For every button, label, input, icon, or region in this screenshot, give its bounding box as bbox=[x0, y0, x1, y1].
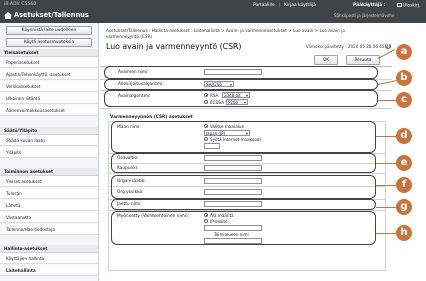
sidebar-item-user-management[interactable]: Käyttäjien hallinta bbox=[0, 253, 98, 264]
mail-icon bbox=[397, 3, 402, 7]
highlight-group-f bbox=[111, 175, 376, 199]
highlight-group-c bbox=[104, 90, 378, 107]
sidebar-item-receive[interactable]: Vastaanotto bbox=[0, 212, 98, 223]
callout-d: d bbox=[396, 128, 412, 144]
top-header: iR-ADV C5560 Asetukset/Tallennus Portaal… bbox=[0, 0, 426, 23]
sidebar-group-functions: Toiminnon asetukset bbox=[0, 168, 98, 176]
sidebar-item-printer[interactable]: Tulostin bbox=[0, 188, 98, 199]
cancel-button[interactable]: Peruuta bbox=[346, 55, 380, 65]
sidebar-item-send[interactable]: Lähetä bbox=[0, 200, 98, 211]
sidebar-item-image-quality[interactable]: Säädä kuvan laatu bbox=[0, 135, 98, 146]
page-title: Luo avain ja varmenneyyntö (CSR) bbox=[106, 42, 242, 51]
sidebar-item-maintenance[interactable]: Ylläpito bbox=[0, 147, 98, 158]
restart-device-button[interactable]: Käynnistä laite uudelleen bbox=[6, 26, 92, 35]
callout-f-leader bbox=[376, 185, 398, 186]
row-divider bbox=[100, 108, 392, 109]
sidebar-item-network[interactable]: Verkkoasetukset bbox=[0, 81, 98, 92]
callout-f: f bbox=[396, 177, 412, 193]
sidebar-group-maintenance: Säätö/Ylläpito bbox=[0, 127, 98, 135]
app-title: Asetukset/Tallennus bbox=[4, 11, 89, 19]
sidebar-item-external[interactable]: Ulkoinen liitäntä bbox=[0, 93, 98, 104]
csr-section-title: Varmenneyynnön (CSR) asetukset bbox=[110, 115, 193, 120]
row-divider bbox=[108, 173, 386, 174]
user-label: Pääkäyttäjä : bbox=[353, 3, 386, 8]
portal-link[interactable]: Portaalille bbox=[253, 3, 275, 8]
callout-g: g bbox=[396, 199, 412, 215]
callout-d-leader bbox=[376, 136, 398, 137]
sidebar-group-general: Yleisasetukset bbox=[0, 49, 98, 57]
highlight-group-g bbox=[111, 199, 376, 210]
apply-settings-button[interactable]: Käytä asetusmuutoksia bbox=[6, 38, 92, 47]
callout-a-leader bbox=[377, 49, 396, 59]
sidebar-item-common[interactable]: Yleiset asetukset bbox=[0, 176, 98, 187]
highlight-group-e bbox=[111, 153, 376, 173]
highlight-group-d bbox=[111, 121, 376, 153]
sidebar-item-volume[interactable]: Äänenvoimakkuusasetukset bbox=[0, 105, 98, 116]
status-text: Sähköposti ja järjestelmävirhe bbox=[334, 13, 395, 18]
sidebar-item-timer[interactable]: Ajastin/Tehonkäyttö -asetukset bbox=[0, 69, 98, 80]
refresh-icon[interactable] bbox=[385, 43, 391, 49]
callout-e-leader bbox=[376, 163, 398, 164]
ok-button[interactable]: OK bbox=[314, 55, 338, 65]
callout-h-leader bbox=[376, 233, 398, 234]
logout-link[interactable]: Uloskirj. bbox=[397, 3, 421, 8]
callout-b-leader bbox=[377, 79, 398, 85]
callout-a: a bbox=[396, 44, 412, 60]
highlight-group-a bbox=[104, 66, 378, 79]
sidebar-item-store-files[interactable]: Tallenna/Hae tiedostoja bbox=[0, 224, 98, 235]
callout-g-leader bbox=[376, 207, 398, 208]
app-title-text: Asetukset/Tallennus bbox=[14, 11, 89, 19]
link-separator: | bbox=[278, 3, 281, 8]
callout-b: b bbox=[396, 70, 412, 86]
sidebar-group-management: Hallinta-asetukset bbox=[0, 245, 98, 253]
highlight-group-h bbox=[111, 211, 376, 245]
callout-e: e bbox=[396, 155, 412, 171]
breadcrumb: Asetukset/Tallennus : Hallinta-asetukset… bbox=[106, 28, 345, 39]
user-login-link[interactable]: Kirjaa käyttäjä bbox=[284, 3, 316, 8]
highlight-group-b bbox=[104, 79, 378, 90]
callout-h: h bbox=[396, 225, 412, 241]
top-links: Portaalille | Kirjaa käyttäjä bbox=[253, 3, 316, 8]
home-icon bbox=[4, 11, 12, 19]
sidebar: Käynnistä laite uudelleen Käytä asetusmu… bbox=[0, 23, 99, 281]
sidebar-item-paper[interactable]: Paperiasetukset bbox=[0, 57, 98, 68]
callout-c: c bbox=[396, 92, 412, 108]
callout-c-leader bbox=[378, 100, 398, 101]
device-name: iR-ADV C5560 bbox=[4, 2, 37, 7]
last-updated: Viimeksi päivitetty : 2024 05 28 06:45:4… bbox=[306, 44, 392, 49]
sidebar-item-device-management[interactable]: Laitehallinta bbox=[0, 265, 98, 276]
